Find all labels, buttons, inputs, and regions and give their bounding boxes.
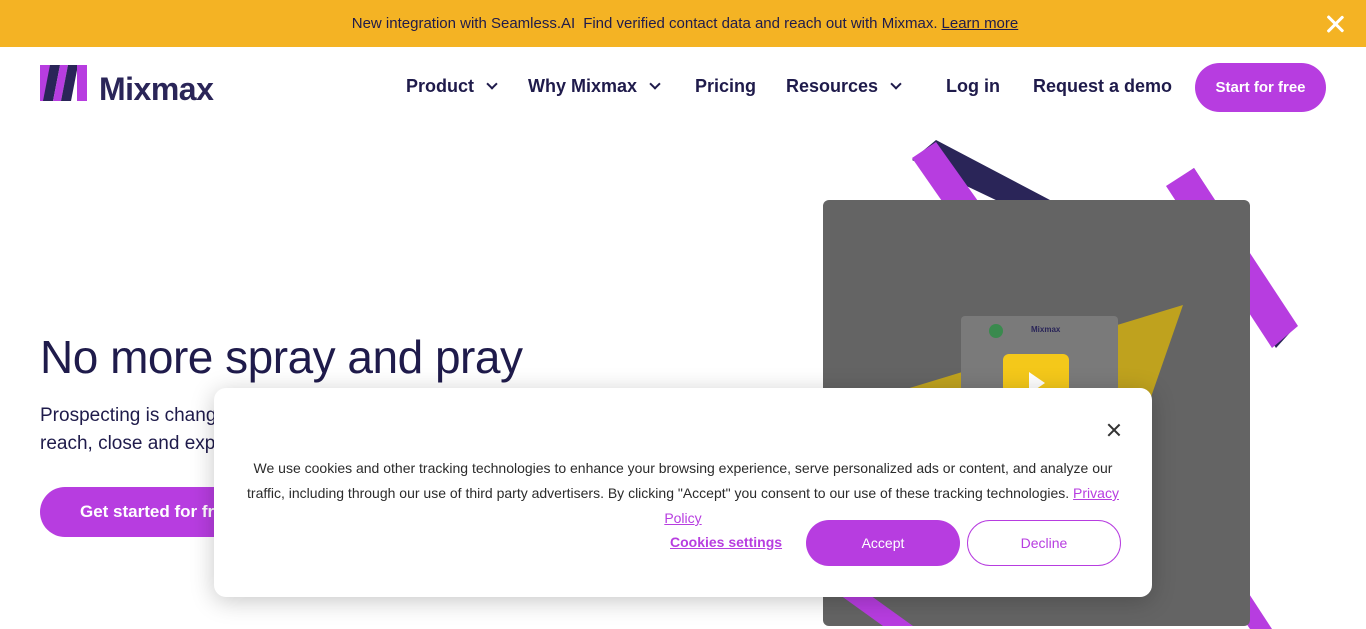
close-icon[interactable]	[1106, 422, 1122, 438]
cookies-settings-link[interactable]: Cookies settings	[670, 534, 782, 550]
close-icon[interactable]	[1324, 13, 1346, 35]
accept-button[interactable]: Accept	[806, 520, 960, 566]
learn-more-link[interactable]: Learn more	[942, 15, 1019, 32]
mixmax-logo[interactable]: Mixmax	[40, 65, 214, 105]
hero-title: No more spray and pray	[40, 331, 523, 383]
main-nav: Mixmax Product Why Mixmax Pricing Resour…	[0, 47, 1366, 127]
announcement-banner: New integration with Seamless.AI Find ve…	[0, 0, 1366, 47]
nav-request-demo[interactable]: Request a demo	[1033, 76, 1172, 97]
start-for-free-button[interactable]: Start for free	[1195, 63, 1326, 112]
nav-product-label: Product	[406, 76, 475, 96]
chevron-down-icon	[486, 77, 498, 90]
nav-resources[interactable]: Resources	[786, 76, 902, 97]
mini-logo-text: Mixmax	[1031, 325, 1061, 334]
decline-button[interactable]: Decline	[967, 520, 1121, 566]
nav-pricing-label: Pricing	[695, 76, 757, 96]
nav-pricing[interactable]: Pricing	[695, 76, 756, 97]
cookie-consent-dialog: We use cookies and other tracking techno…	[214, 388, 1152, 597]
chevron-down-icon	[649, 77, 661, 90]
nav-log-in[interactable]: Log in	[946, 76, 1000, 97]
nav-why-mixmax[interactable]: Why Mixmax	[528, 76, 661, 97]
nav-resources-label: Resources	[786, 76, 879, 96]
nav-why-mixmax-label: Why Mixmax	[528, 76, 638, 96]
nav-request-demo-label: Request a demo	[1033, 76, 1173, 96]
logo-text: Mixmax	[99, 71, 214, 107]
mixmax-logo-icon	[40, 65, 87, 101]
avatar	[989, 324, 1003, 338]
nav-product[interactable]: Product	[406, 76, 498, 97]
cookie-text: We use cookies and other tracking techno…	[247, 460, 1113, 501]
nav-log-in-label: Log in	[946, 76, 1000, 96]
banner-text-2: Find verified contact data and reach out…	[583, 15, 938, 32]
chevron-down-icon	[890, 77, 902, 90]
banner-text-1: New integration with Seamless.AI	[351, 15, 576, 32]
